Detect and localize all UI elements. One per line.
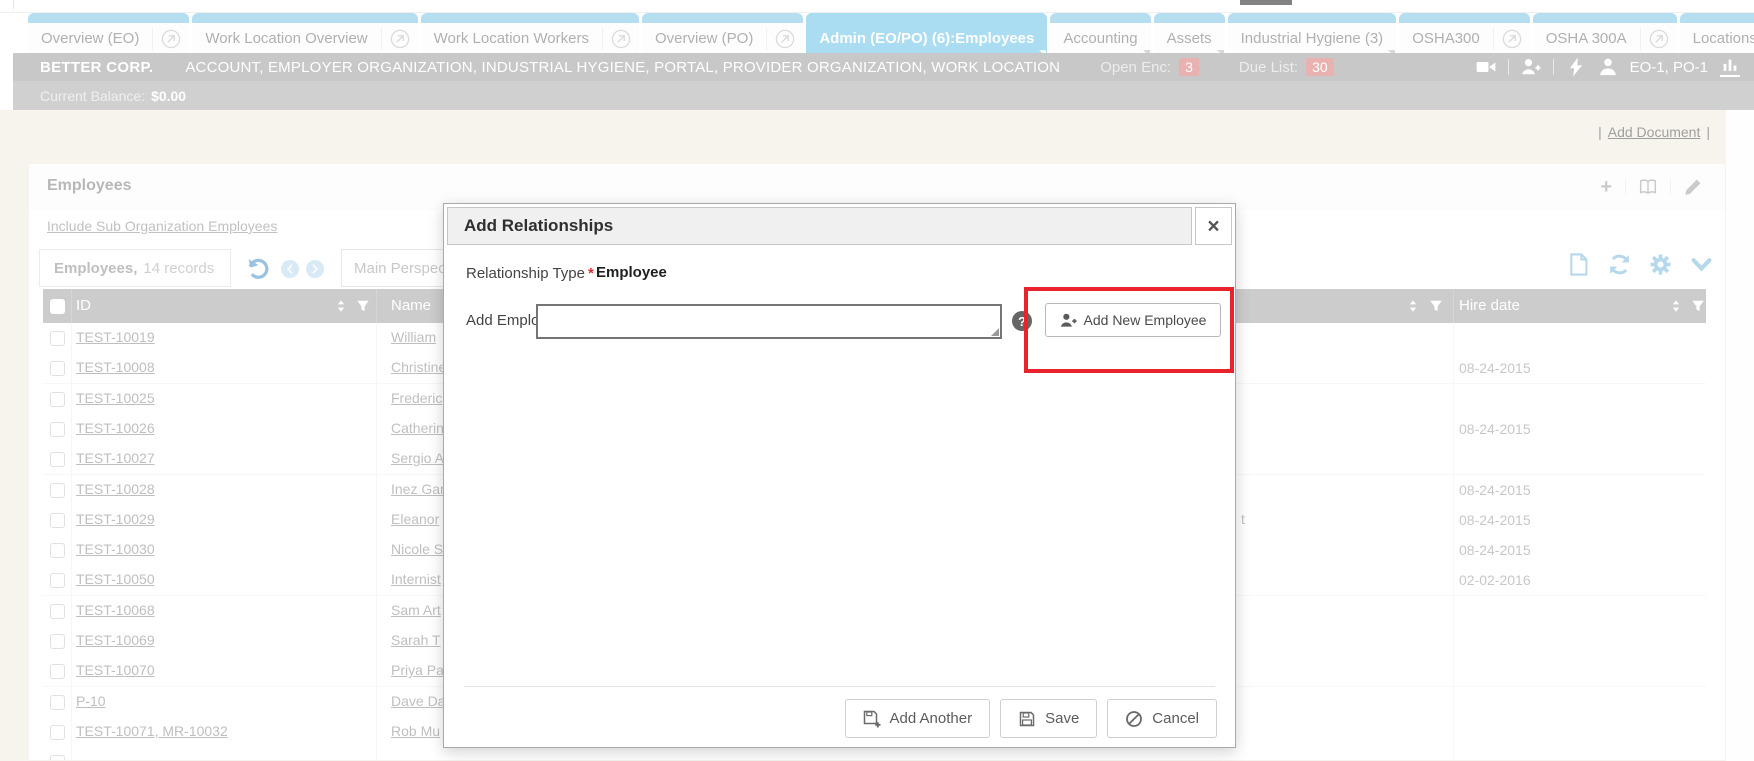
button-label: Cancel (1152, 710, 1199, 727)
dialog-titlebar: Add Relationships × (447, 207, 1232, 245)
app-window: Overview (EO)Work Location OverviewWork … (0, 0, 1754, 761)
required-asterisk: * (588, 265, 594, 282)
dialog-footer: Add Another Save Cancel (845, 699, 1217, 738)
dialog-title: Add Relationships (464, 216, 613, 236)
close-button[interactable]: × (1195, 207, 1232, 245)
close-icon: × (1207, 216, 1219, 237)
button-label: Save (1045, 710, 1079, 727)
label-text: Relationship Type (466, 265, 585, 282)
save-icon (1018, 710, 1036, 728)
footer-divider (464, 686, 1215, 687)
add-new-employee-button[interactable]: Add New Employee (1045, 303, 1221, 337)
add-employee-field-wrap (536, 304, 1002, 339)
add-person-icon (1060, 312, 1077, 329)
add-relationships-dialog: Add Relationships × Relationship Type* E… (443, 203, 1236, 748)
help-icon[interactable]: ? (1012, 311, 1032, 331)
relationship-type-value: Employee (596, 264, 667, 281)
relationship-type-label: Relationship Type* (466, 265, 594, 282)
add-employee-input[interactable] (536, 304, 1002, 339)
cancel-button[interactable]: Cancel (1107, 699, 1217, 738)
add-another-button[interactable]: Add Another (845, 699, 991, 738)
save-plus-icon (863, 710, 881, 728)
save-button[interactable]: Save (1000, 699, 1097, 738)
cancel-icon (1125, 710, 1143, 728)
button-label: Add Another (890, 710, 973, 727)
button-label: Add New Employee (1084, 312, 1207, 328)
dialog-title-band: Add Relationships (447, 207, 1192, 245)
